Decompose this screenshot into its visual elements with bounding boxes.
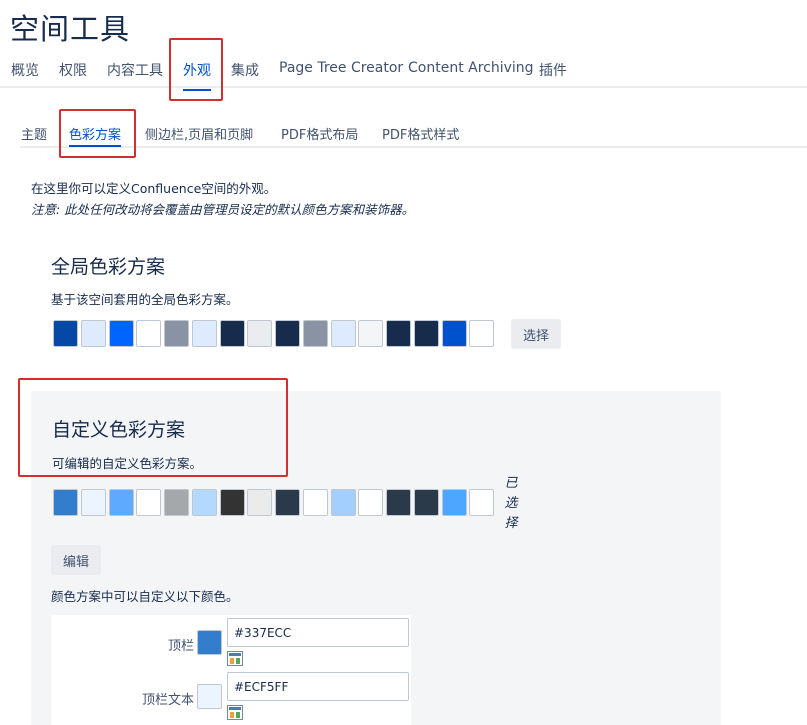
active-subtab-underline: [69, 145, 122, 147]
subtab-label: 色彩方案: [69, 128, 122, 143]
color-swatch: [275, 320, 300, 347]
intro-note: 注意: 此处任何改动将会覆盖由管理员设定的默认颜色方案和装饰器。: [31, 202, 415, 217]
subtab-sidebar-header-footer[interactable]: 侧边栏,页眉和页脚: [145, 124, 253, 143]
tab-permissions[interactable]: 权限: [59, 60, 87, 80]
tab-label: 插件: [539, 63, 567, 79]
tab-label: 内容工具: [107, 63, 163, 79]
color-swatch: [191, 489, 217, 516]
color-swatch: [53, 320, 78, 347]
global-scheme-title: 全局色彩方案: [51, 256, 166, 278]
color-swatch: [247, 320, 273, 347]
color-swatch: [164, 489, 189, 516]
color-swatch: [469, 489, 495, 516]
custom-scheme-title: 自定义色彩方案: [52, 419, 186, 441]
subtab-label: 侧边栏,页眉和页脚: [145, 128, 254, 143]
subtab-label: PDF格式布局: [281, 128, 359, 143]
edit-scheme-button[interactable]: 编辑: [51, 545, 101, 575]
select-scheme-button[interactable]: 选择: [511, 319, 561, 349]
field-label-top-bar-text: 顶栏文本: [141, 693, 194, 708]
subtab-pdf-layout[interactable]: PDF格式布局: [281, 124, 358, 143]
tab-integrations[interactable]: 集成: [231, 60, 259, 80]
tab-label: Page Tree Creator: [279, 60, 404, 76]
main-tabs: 概览 权限 内容工具 外观 集成 Page Tree Creator Conte…: [0, 52, 807, 91]
color-swatch: [386, 320, 411, 347]
tab-content-tools[interactable]: 内容工具: [107, 60, 163, 80]
custom-scheme-subtitle: 可编辑的自定义色彩方案。: [52, 456, 203, 471]
tab-plugins[interactable]: 插件: [539, 60, 567, 80]
color-swatch: [330, 320, 356, 347]
field-label-top-bar: 顶栏: [167, 639, 194, 654]
color-swatch: [330, 489, 356, 516]
color-swatch: [469, 320, 495, 347]
tab-overview[interactable]: 概览: [11, 60, 39, 80]
color-swatch: [413, 489, 439, 516]
tab-label: 权限: [59, 63, 87, 79]
color-swatch: [386, 489, 411, 516]
color-swatch-top-bar[interactable]: [197, 630, 222, 655]
color-swatch: [219, 320, 245, 347]
tab-look-and-feel[interactable]: 外观: [183, 60, 211, 91]
tab-label: 集成: [231, 63, 259, 79]
color-swatch: [108, 320, 134, 347]
subtab-pdf-stylesheet[interactable]: PDF格式样式: [382, 124, 459, 143]
custom-swatch-row: [53, 489, 497, 516]
subtab-theme[interactable]: 主题: [21, 124, 47, 143]
color-swatch: [275, 489, 300, 516]
color-form: 顶栏 顶栏文本: [51, 615, 411, 725]
color-swatch: [108, 489, 134, 516]
tab-page-tree-creator[interactable]: Page Tree Creator: [279, 60, 403, 76]
color-swatch: [358, 320, 384, 347]
subtab-label: PDF格式样式: [382, 128, 460, 143]
top-bar-color-input[interactable]: [227, 618, 409, 647]
color-picker-icon[interactable]: [227, 705, 243, 720]
subtab-label: 主题: [21, 128, 48, 143]
color-swatch-top-bar-text[interactable]: [197, 684, 222, 709]
tab-label: 外观: [183, 63, 211, 79]
active-tab-underline: [183, 89, 211, 91]
color-swatch: [302, 489, 328, 516]
page-title: 空间工具: [10, 12, 131, 46]
color-swatch: [136, 489, 162, 516]
color-swatch: [441, 320, 467, 347]
color-swatch: [136, 320, 162, 347]
color-swatch: [247, 489, 273, 516]
color-swatch: [413, 320, 439, 347]
color-swatch: [80, 320, 106, 347]
color-swatch: [302, 320, 328, 347]
color-swatch: [219, 489, 245, 516]
subtab-color-scheme[interactable]: 色彩方案: [69, 124, 122, 147]
global-scheme-subtitle: 基于该空间套用的全局色彩方案。: [51, 292, 239, 307]
color-picker-icon[interactable]: [227, 651, 243, 666]
global-swatch-row: [53, 320, 497, 347]
color-swatch: [191, 320, 217, 347]
color-swatch: [164, 320, 189, 347]
sub-tabs: 主题 色彩方案 侧边栏,页眉和页脚 PDF格式布局 PDF格式样式: [20, 118, 807, 148]
tab-label: Content Archiving: [408, 60, 534, 76]
color-swatch: [441, 489, 467, 516]
top-bar-text-color-input[interactable]: [227, 672, 409, 701]
selected-label: 已选择: [504, 476, 518, 531]
color-swatch: [80, 489, 106, 516]
tab-label: 概览: [11, 63, 39, 79]
tab-content-archiving[interactable]: Content Archiving: [408, 60, 534, 76]
intro-description: 在这里你可以定义Confluence空间的外观。: [31, 181, 277, 196]
color-swatch: [358, 489, 384, 516]
color-swatch: [53, 489, 78, 516]
fields-intro: 颜色方案中可以自定义以下颜色。: [51, 589, 239, 604]
